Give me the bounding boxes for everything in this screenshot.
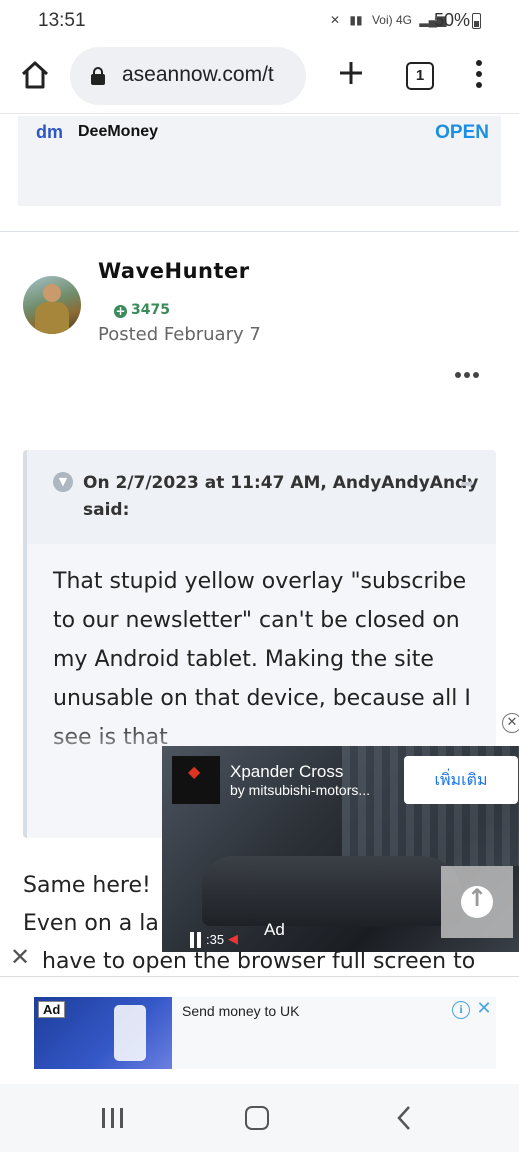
home-button[interactable]: [18, 58, 52, 92]
dot: [476, 82, 482, 88]
avatar-body: [35, 302, 69, 334]
post-date: Posted February 7: [98, 324, 261, 345]
bar: [120, 1108, 123, 1128]
dot: [464, 372, 470, 378]
quote-citation[interactable]: On 2/7/2023 at 11:47 AM, AndyAndyAndy sa…: [83, 470, 483, 524]
volume-icon[interactable]: ◀: [228, 932, 238, 947]
home-icon: [21, 61, 49, 89]
video-time: :35: [206, 932, 225, 947]
video-ad-subtitle: by mitsubishi-motors...: [230, 782, 371, 798]
banner-text: Send money to UK: [182, 1003, 300, 1019]
dot: [473, 372, 479, 378]
video-ad-close-button[interactable]: ✕: [502, 713, 519, 733]
recent-apps-button[interactable]: [100, 1106, 124, 1130]
menu-button[interactable]: [470, 60, 488, 90]
dot: [476, 60, 482, 66]
info-icon[interactable]: i: [452, 1001, 470, 1019]
bottom-banner-ad[interactable]: Ad Send money to UK i ✕: [0, 976, 519, 1084]
close-icon: ✕: [10, 943, 31, 971]
reputation-count: 3475: [131, 302, 170, 318]
quote-header: ▼ On 2/7/2023 at 11:47 AM, AndyAndyAndy …: [27, 450, 496, 544]
status-time: 13:51: [38, 10, 86, 31]
bar: [111, 1108, 114, 1128]
video-ad-more-button[interactable]: เพิ่มเติม: [404, 756, 518, 804]
chevron-down-icon[interactable]: ▼: [53, 472, 73, 492]
ad-advertiser-name: DeeMoney: [78, 123, 159, 140]
status-icons: ✕ ▮▮ Voi) 4G ▂▄▆: [330, 13, 446, 27]
dot: [455, 372, 461, 378]
dot: [476, 71, 482, 77]
url-bar[interactable]: aseannow.com/t: [70, 47, 306, 105]
pause-icon[interactable]: [190, 932, 204, 948]
lock-icon: [91, 67, 105, 85]
banner-thumbnail: Ad: [34, 997, 172, 1069]
volte-icon: Voi) 4G: [371, 13, 412, 27]
arrow-up-icon: [461, 884, 493, 918]
close-icon[interactable]: ✕: [474, 999, 494, 1019]
mute-icon: ✕: [330, 13, 341, 27]
bar: [102, 1108, 105, 1128]
battery-percent: 50%: [434, 10, 471, 30]
video-ad-title: Xpander Cross: [230, 762, 344, 781]
section-divider: [0, 206, 519, 232]
mitsubishi-logo: [172, 756, 220, 804]
back-button[interactable]: [394, 1104, 414, 1132]
url-text: aseannow.com/t: [122, 63, 274, 86]
ad-open-button[interactable]: OPEN: [435, 122, 489, 144]
banner-content[interactable]: Ad Send money to UK i ✕: [34, 997, 496, 1069]
signal-icon: ▮▮: [349, 13, 363, 27]
plus-circle-icon: +: [114, 304, 127, 318]
phone-image: [114, 1005, 146, 1061]
chevron-left-icon: [397, 1106, 410, 1130]
deemoney-ad[interactable]: dm DeeMoney OPEN: [18, 116, 501, 206]
browser-toolbar: aseannow.com/t 1: [0, 44, 519, 114]
deemoney-logo: dm: [36, 122, 63, 142]
avatar[interactable]: [23, 276, 81, 334]
nav-home-button[interactable]: [245, 1106, 269, 1130]
status-bar: 13:51 ✕ ▮▮ Voi) 4G ▂▄▆ 50%: [0, 0, 519, 44]
post-author[interactable]: WaveHunter: [98, 259, 250, 283]
video-ad-label: Ad: [264, 920, 285, 939]
ad-car-image: [202, 856, 462, 926]
plus-icon: [340, 62, 362, 84]
avatar-head: [43, 284, 61, 302]
banner-close-button[interactable]: ✕: [0, 937, 40, 977]
new-tab-button[interactable]: [336, 58, 366, 88]
post-options-button[interactable]: [455, 370, 481, 380]
system-nav-bar: [0, 1084, 519, 1152]
scroll-to-top-button[interactable]: [441, 866, 513, 938]
reputation-badge: +3475: [114, 302, 170, 318]
share-arrow-icon[interactable]: ➦: [461, 474, 474, 493]
ad-tag: Ad: [38, 1001, 66, 1018]
battery-icon: [472, 13, 481, 29]
tab-switcher-button[interactable]: 1: [406, 62, 434, 90]
